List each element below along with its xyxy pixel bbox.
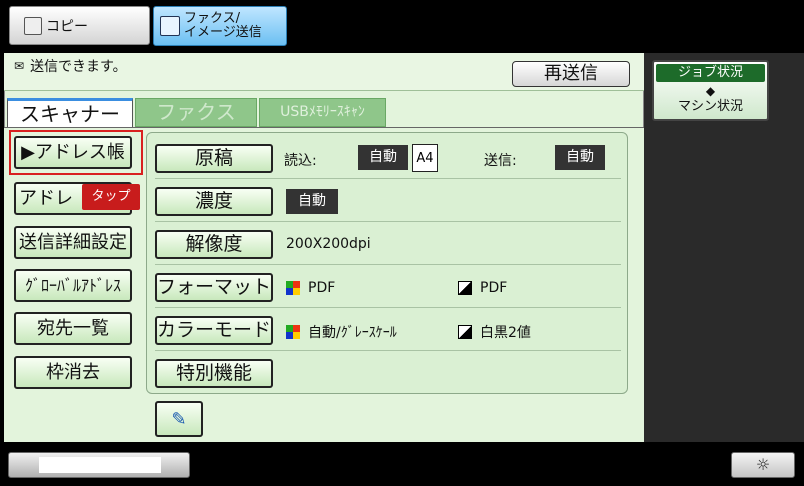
row-divider xyxy=(155,350,621,351)
send-detail-settings-button[interactable]: 送信詳細設定 xyxy=(14,226,132,259)
bottom-bar-field xyxy=(39,457,161,473)
format-bw: PDF xyxy=(458,280,507,296)
row-divider xyxy=(155,178,621,179)
format-color: PDF xyxy=(286,280,335,296)
bottom-bar-button[interactable] xyxy=(8,452,190,478)
tab-fax[interactable]: ファクス xyxy=(135,98,257,127)
bw-icon xyxy=(458,325,472,339)
tab-fax-label-line1: ファクス/ xyxy=(184,11,240,26)
send-label: 送信: xyxy=(484,153,517,169)
tab-fax-image-send[interactable]: ファクス/ イメージ送信 xyxy=(153,6,287,46)
copy-icon xyxy=(24,16,42,35)
resolution-value: 200X200dpi xyxy=(286,236,371,252)
row-divider xyxy=(155,307,621,308)
machine-status-label: マシン状況 xyxy=(677,99,743,114)
tab-scanner[interactable]: スキャナー xyxy=(7,98,133,127)
tab-copy-label: コピー xyxy=(46,18,88,35)
row-divider xyxy=(155,221,621,222)
address-book-highlight xyxy=(9,130,143,175)
paper-size-label: A4 xyxy=(416,151,434,166)
brightness-icon[interactable]: ☼ xyxy=(731,452,795,478)
format-bw-value: PDF xyxy=(480,280,508,296)
destination-list-button[interactable]: 宛先一覧 xyxy=(14,312,132,345)
special-functions-button[interactable]: 特別機能 xyxy=(155,359,273,388)
resend-button[interactable]: 再送信 xyxy=(512,61,630,87)
read-value: 自動 xyxy=(358,145,408,170)
color-icon xyxy=(286,325,300,339)
job-status-button[interactable]: ジョブ状況 ◆ マシン状況 xyxy=(652,60,769,121)
density-button[interactable]: 濃度 xyxy=(155,187,273,216)
tab-fax-label-line2: イメージ送信 xyxy=(184,25,262,40)
read-label: 読込: xyxy=(284,153,317,169)
row-divider xyxy=(155,264,621,265)
paper-size-icon: A4 xyxy=(412,144,438,172)
tab-copy[interactable]: コピー xyxy=(9,6,150,45)
color-mode-bw: 白黒2値 xyxy=(458,322,531,342)
edit-send-icon[interactable]: ✎ xyxy=(155,401,203,437)
toggle-arrows-icon: ◆ xyxy=(705,84,716,98)
fax-scan-icon xyxy=(160,16,180,36)
send-value: 自動 xyxy=(555,145,605,170)
tab-usb-memory-scan[interactable]: USBﾒﾓﾘｰｽｷｬﾝ xyxy=(259,98,386,127)
color-mode-button[interactable]: カラーモード xyxy=(155,316,273,345)
density-value: 自動 xyxy=(286,189,338,214)
tap-tooltip: タップ xyxy=(82,184,140,210)
status-message-text: 送信できます。 xyxy=(30,59,127,75)
bw-icon xyxy=(458,281,472,295)
original-button[interactable]: 原稿 xyxy=(155,144,273,173)
global-address-button[interactable]: ｸﾞﾛｰﾊﾞﾙｱﾄﾞﾚｽ xyxy=(14,269,132,302)
color-mode-color-value: 自動/ｸﾞﾚｰｽｹｰﾙ xyxy=(308,325,397,341)
format-button[interactable]: フォーマット xyxy=(155,273,273,302)
color-icon xyxy=(286,281,300,295)
job-status-label: ジョブ状況 xyxy=(656,64,765,82)
resolution-button[interactable]: 解像度 xyxy=(155,230,273,259)
frame-erase-button[interactable]: 枠消去 xyxy=(14,356,132,389)
status-message: ✉ 送信できます。 xyxy=(14,56,127,76)
format-color-value: PDF xyxy=(308,280,336,296)
color-mode-bw-value: 白黒2値 xyxy=(480,325,531,341)
envelope-icon: ✉ xyxy=(14,59,25,73)
color-mode-color: 自動/ｸﾞﾚｰｽｹｰﾙ xyxy=(286,322,397,342)
